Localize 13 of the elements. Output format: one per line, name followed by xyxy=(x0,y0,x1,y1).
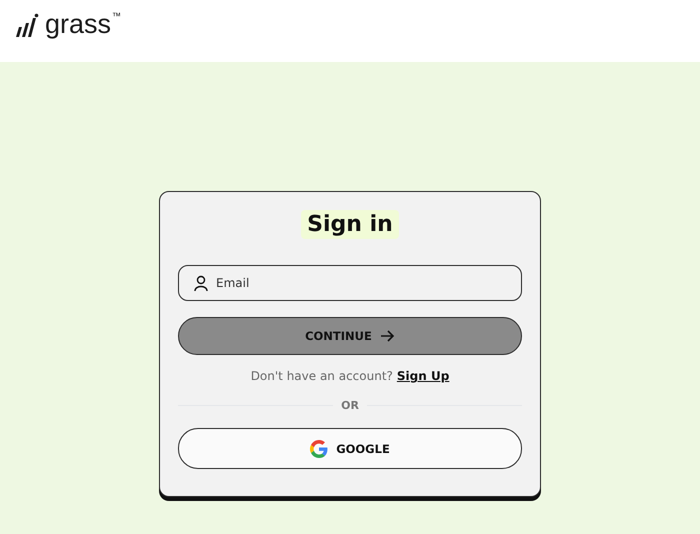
google-button[interactable]: GOOGLE xyxy=(178,428,522,469)
google-icon xyxy=(310,440,328,458)
or-divider-text: OR xyxy=(341,399,359,412)
logo-text: grass xyxy=(45,10,112,38)
user-icon xyxy=(193,275,209,292)
trademark-sign: ™ xyxy=(112,11,122,21)
logo-icon xyxy=(15,13,39,39)
email-field[interactable]: Email xyxy=(178,265,522,301)
sign-in-title: Sign in xyxy=(301,210,399,239)
arrow-right-icon xyxy=(380,330,395,342)
signup-prompt: Don't have an account? xyxy=(250,369,393,383)
sign-up-link[interactable]: Sign Up xyxy=(396,369,450,383)
continue-button[interactable]: CONTINUE xyxy=(178,317,522,355)
